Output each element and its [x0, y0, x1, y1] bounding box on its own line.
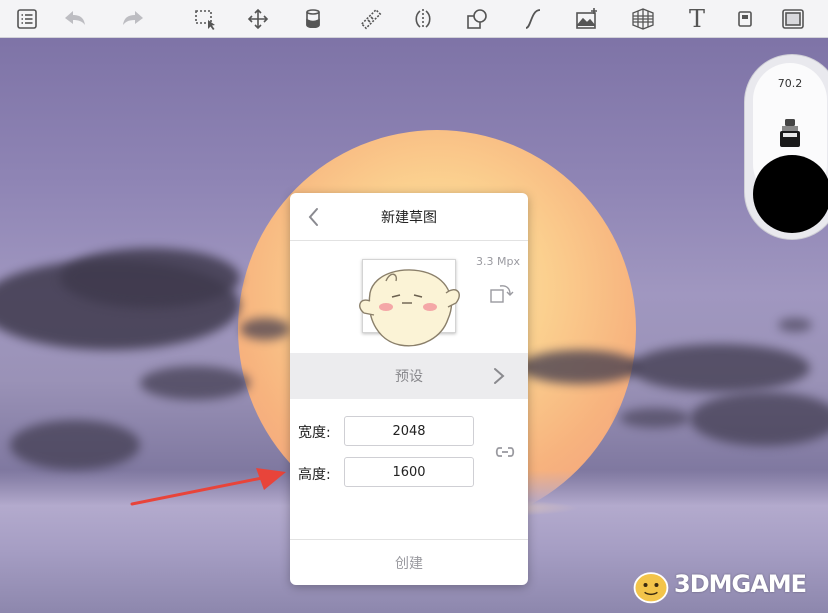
color-swatch[interactable]	[753, 155, 828, 233]
watermark: 3DMGAME	[628, 560, 824, 610]
top-toolbar: T	[0, 0, 828, 38]
cloud	[140, 366, 250, 400]
watermark-text: 3DMGAME	[674, 570, 807, 598]
layers-icon[interactable]	[730, 4, 760, 34]
undo-icon[interactable]	[60, 4, 90, 34]
height-label: 高度:	[298, 467, 331, 483]
transform-move-icon[interactable]	[243, 4, 273, 34]
preset-row[interactable]: 预设	[290, 353, 528, 399]
link-aspect-icon[interactable]	[494, 445, 516, 459]
selection-icon[interactable]	[190, 4, 220, 34]
brush-puck-panel: 70.2	[744, 54, 828, 240]
rotate-orientation-icon[interactable]	[488, 281, 514, 307]
cloud	[10, 420, 140, 470]
menu-list-icon[interactable]	[12, 4, 42, 34]
perspective-grid-icon[interactable]	[628, 4, 658, 34]
add-image-icon[interactable]	[572, 4, 602, 34]
cloud	[520, 350, 640, 384]
brush-size-value: 70.2	[777, 77, 803, 90]
cloud	[240, 318, 290, 340]
dialog-title: 新建草图	[381, 210, 437, 226]
width-label: 宽度:	[298, 425, 331, 441]
symmetry-icon[interactable]	[408, 4, 438, 34]
curve-stroke-icon[interactable]	[518, 4, 548, 34]
cloud	[690, 392, 828, 446]
shapes-icon[interactable]	[462, 4, 492, 34]
cloud	[60, 248, 240, 308]
cloud	[778, 318, 812, 332]
redo-icon[interactable]	[118, 4, 148, 34]
new-sketch-dialog: 新建草图 3.3 Mpx 预设 宽度: 高度: 创建	[290, 193, 528, 585]
text-tool-icon[interactable]: T	[682, 4, 712, 34]
height-input[interactable]	[344, 457, 474, 487]
brush-tip-icon	[779, 119, 801, 149]
ruler-guide-icon[interactable]	[356, 4, 386, 34]
cloud	[630, 344, 810, 392]
fullscreen-icon[interactable]	[778, 4, 808, 34]
watermark-logo-icon	[633, 572, 669, 604]
cloud	[620, 408, 690, 428]
chevron-right-icon	[494, 368, 505, 384]
megapixel-readout: 3.3 Mpx	[476, 255, 520, 268]
dialog-header: 新建草图	[290, 193, 528, 241]
create-button[interactable]: 创建	[290, 540, 528, 585]
paint-bucket-icon[interactable]	[298, 4, 328, 34]
annotation-arrow-icon	[130, 468, 286, 506]
mascot-sticker-icon	[359, 269, 460, 347]
dialog-footer: 创建	[290, 539, 528, 585]
width-input[interactable]	[344, 416, 474, 446]
